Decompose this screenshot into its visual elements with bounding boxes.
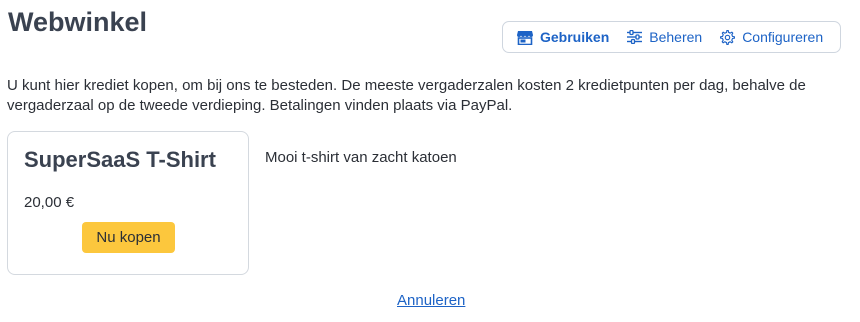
buy-now-button[interactable]: Nu kopen xyxy=(82,222,175,253)
gear-icon xyxy=(719,29,735,45)
mode-switcher: Gebruiken Beheren Configureren xyxy=(502,21,841,53)
mode-use-button[interactable]: Gebruiken xyxy=(517,29,609,45)
intro-text: U kunt hier krediet kopen, om bij ons te… xyxy=(7,77,806,114)
mode-manage-button[interactable]: Beheren xyxy=(626,29,702,45)
product-price: 20,00 € xyxy=(24,194,75,211)
mode-configure-button[interactable]: Configureren xyxy=(719,29,823,45)
mode-configure-label: Configureren xyxy=(742,29,824,45)
product-card: SuperSaaS T-Shirt 20,00 € Nu kopen xyxy=(7,131,249,275)
webshop-page: Webwinkel Gebruiken Beheren Configureren… xyxy=(0,0,860,322)
mode-use-label: Gebruiken xyxy=(540,29,610,45)
product-name: SuperSaaS T-Shirt xyxy=(24,147,216,172)
sliders-icon xyxy=(626,29,642,45)
page-title: Webwinkel xyxy=(8,7,148,37)
product-description: Mooi t-shirt van zacht katoen xyxy=(265,149,457,166)
storefront-icon xyxy=(517,29,533,45)
cancel-link[interactable]: Annuleren xyxy=(397,291,465,311)
mode-manage-label: Beheren xyxy=(649,29,703,45)
